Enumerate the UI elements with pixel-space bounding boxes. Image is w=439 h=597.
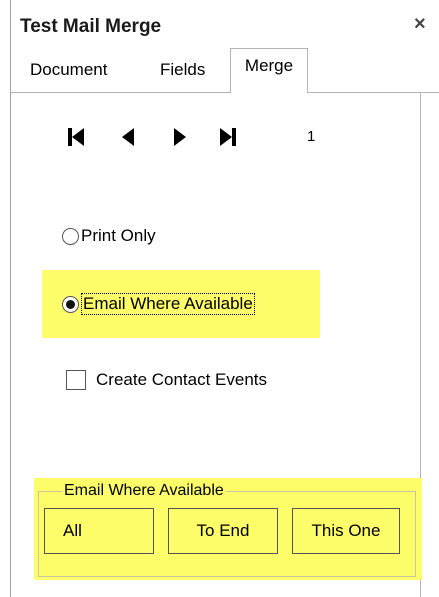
last-record-icon[interactable] [218, 125, 238, 149]
record-number: 1 [307, 128, 316, 145]
to-end-button[interactable]: To End [168, 508, 278, 554]
create-contact-events-checkbox[interactable] [66, 370, 86, 390]
print-only-option[interactable]: Print Only [62, 226, 156, 246]
all-button[interactable]: All [44, 508, 154, 554]
tab-strip-line [10, 92, 439, 93]
print-only-radio[interactable] [62, 227, 79, 245]
tab-document[interactable]: Document [30, 60, 107, 80]
previous-record-icon[interactable] [118, 125, 138, 149]
email-where-available-label: Email Where Available [81, 293, 255, 315]
this-one-button[interactable]: This One [292, 508, 400, 554]
close-icon[interactable]: × [414, 14, 426, 34]
tab-merge[interactable]: Merge [230, 48, 308, 93]
print-only-label: Print Only [81, 226, 156, 245]
next-record-icon[interactable] [170, 125, 190, 149]
tab-fields[interactable]: Fields [160, 60, 205, 80]
first-record-icon[interactable] [66, 125, 86, 149]
create-contact-events-label: Create Contact Events [96, 370, 268, 389]
create-contact-events-option[interactable]: Create Contact Events [66, 370, 267, 390]
window-title: Test Mail Merge [20, 16, 162, 37]
email-where-available-option[interactable]: Email Where Available [62, 293, 255, 315]
email-group-label: Email Where Available [62, 482, 226, 500]
email-where-available-radio[interactable] [62, 295, 79, 313]
window-left-border [10, 0, 11, 597]
